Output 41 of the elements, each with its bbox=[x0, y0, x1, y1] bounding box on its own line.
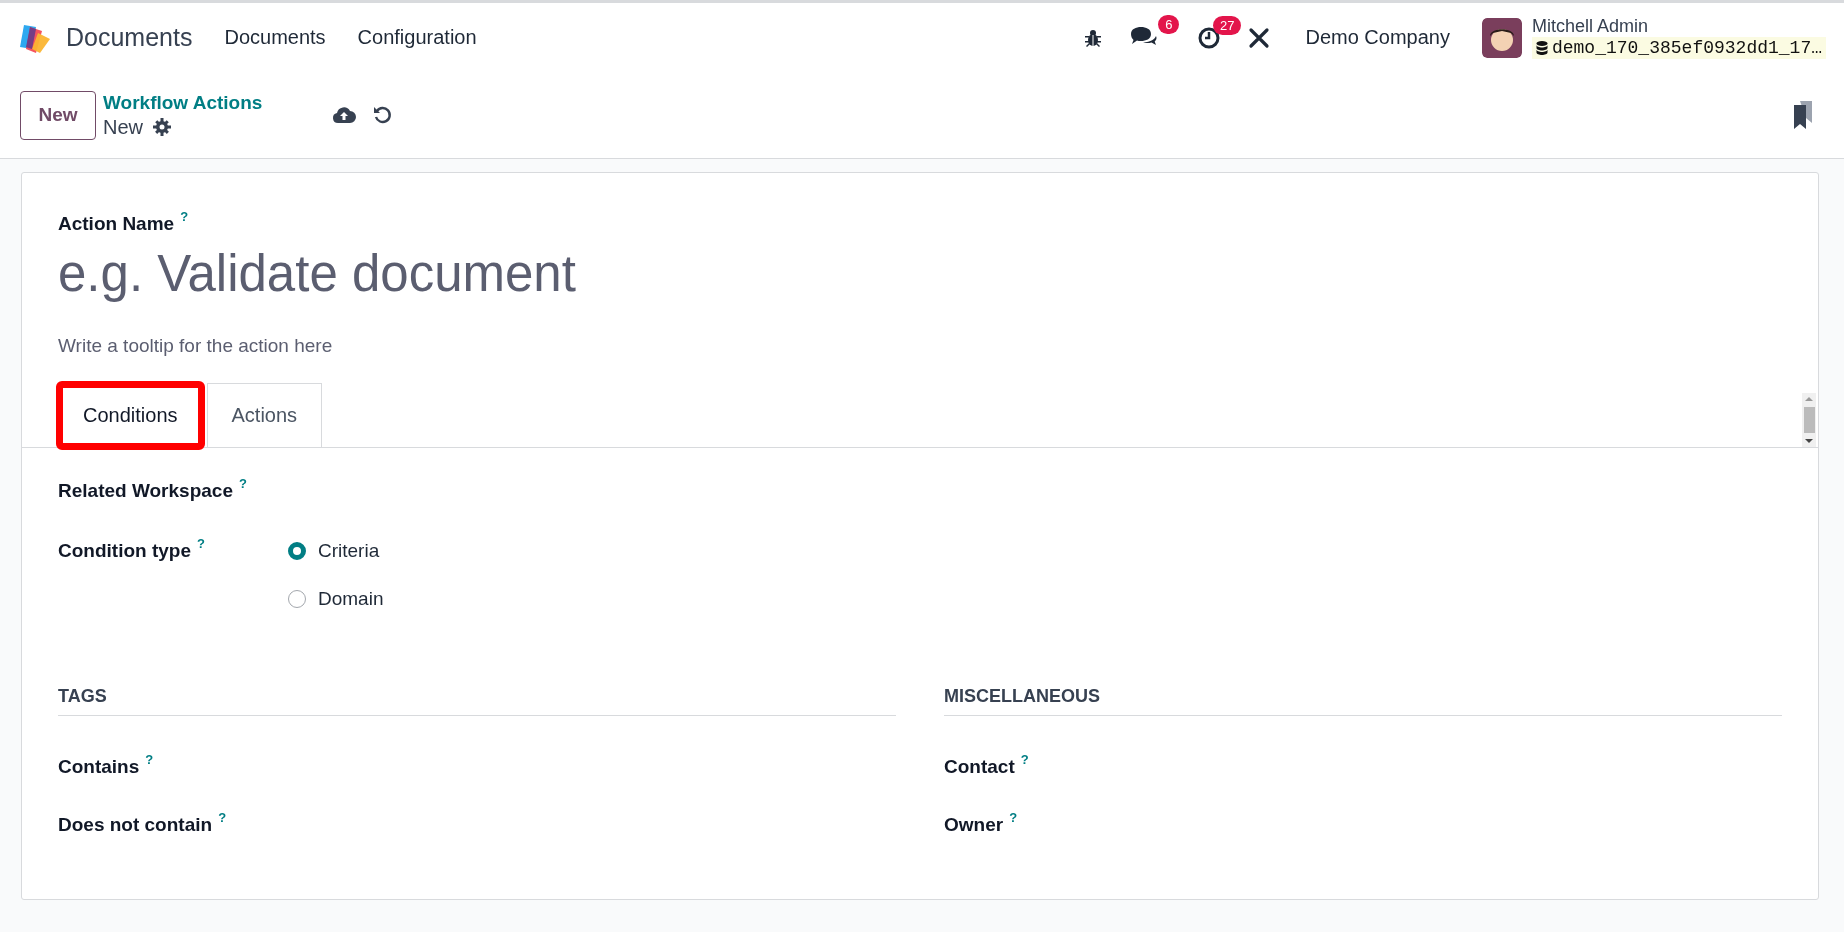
help-icon[interactable]: ? bbox=[1020, 752, 1029, 767]
section-heading: MISCELLANEOUS bbox=[944, 686, 1782, 716]
database-name: demo_170_385ef0932dd1_17… bbox=[1551, 38, 1822, 58]
radio-label[interactable]: Domain bbox=[318, 588, 384, 610]
field-label: Owner bbox=[944, 814, 1004, 836]
tab[interactable]: Actions bbox=[206, 383, 323, 448]
message-count-badge: 6 bbox=[1158, 14, 1180, 34]
menu-item[interactable]: Documents bbox=[224, 26, 326, 49]
help-icon[interactable]: ? bbox=[197, 536, 205, 551]
help-icon[interactable]: ? bbox=[218, 810, 227, 825]
cloud-upload-icon[interactable] bbox=[332, 106, 357, 124]
scrollbar[interactable] bbox=[1802, 393, 1816, 447]
field-label: Contains bbox=[58, 756, 140, 778]
field-label: Condition type bbox=[58, 540, 191, 562]
new-button[interactable]: New bbox=[20, 90, 96, 140]
bookmark-icon[interactable] bbox=[1792, 101, 1814, 129]
settings-icon[interactable] bbox=[153, 118, 171, 136]
breadcrumb-link[interactable]: Workflow Actions bbox=[103, 91, 263, 114]
help-icon[interactable]: ? bbox=[1009, 810, 1018, 825]
field-label: Related Workspace bbox=[58, 480, 233, 502]
clock-icon[interactable] bbox=[1197, 25, 1222, 50]
radio-label[interactable]: Criteria bbox=[318, 540, 380, 562]
field-label: Contact bbox=[944, 756, 1015, 778]
activity-count-badge: 27 bbox=[1212, 15, 1242, 35]
bug-icon[interactable] bbox=[1083, 27, 1104, 48]
record-name: New bbox=[103, 115, 143, 139]
help-icon[interactable]: ? bbox=[180, 209, 189, 224]
section-heading: TAGS bbox=[58, 686, 896, 716]
avatar-icon[interactable] bbox=[1481, 17, 1522, 58]
radio-button[interactable] bbox=[288, 542, 306, 560]
menu-item[interactable]: Configuration bbox=[357, 26, 477, 49]
user-name[interactable]: Mitchell Admin bbox=[1531, 16, 1826, 37]
app-name[interactable]: Documents bbox=[66, 23, 193, 52]
database-icon bbox=[1535, 41, 1548, 55]
field-label: Action Name bbox=[58, 213, 175, 235]
company-switcher[interactable]: Demo Company bbox=[1305, 26, 1450, 49]
undo-icon[interactable] bbox=[372, 105, 393, 125]
field-label: Does not contain bbox=[58, 814, 213, 836]
tab[interactable]: Conditions bbox=[58, 383, 203, 448]
help-icon[interactable]: ? bbox=[238, 476, 247, 491]
help-icon[interactable]: ? bbox=[145, 752, 154, 767]
